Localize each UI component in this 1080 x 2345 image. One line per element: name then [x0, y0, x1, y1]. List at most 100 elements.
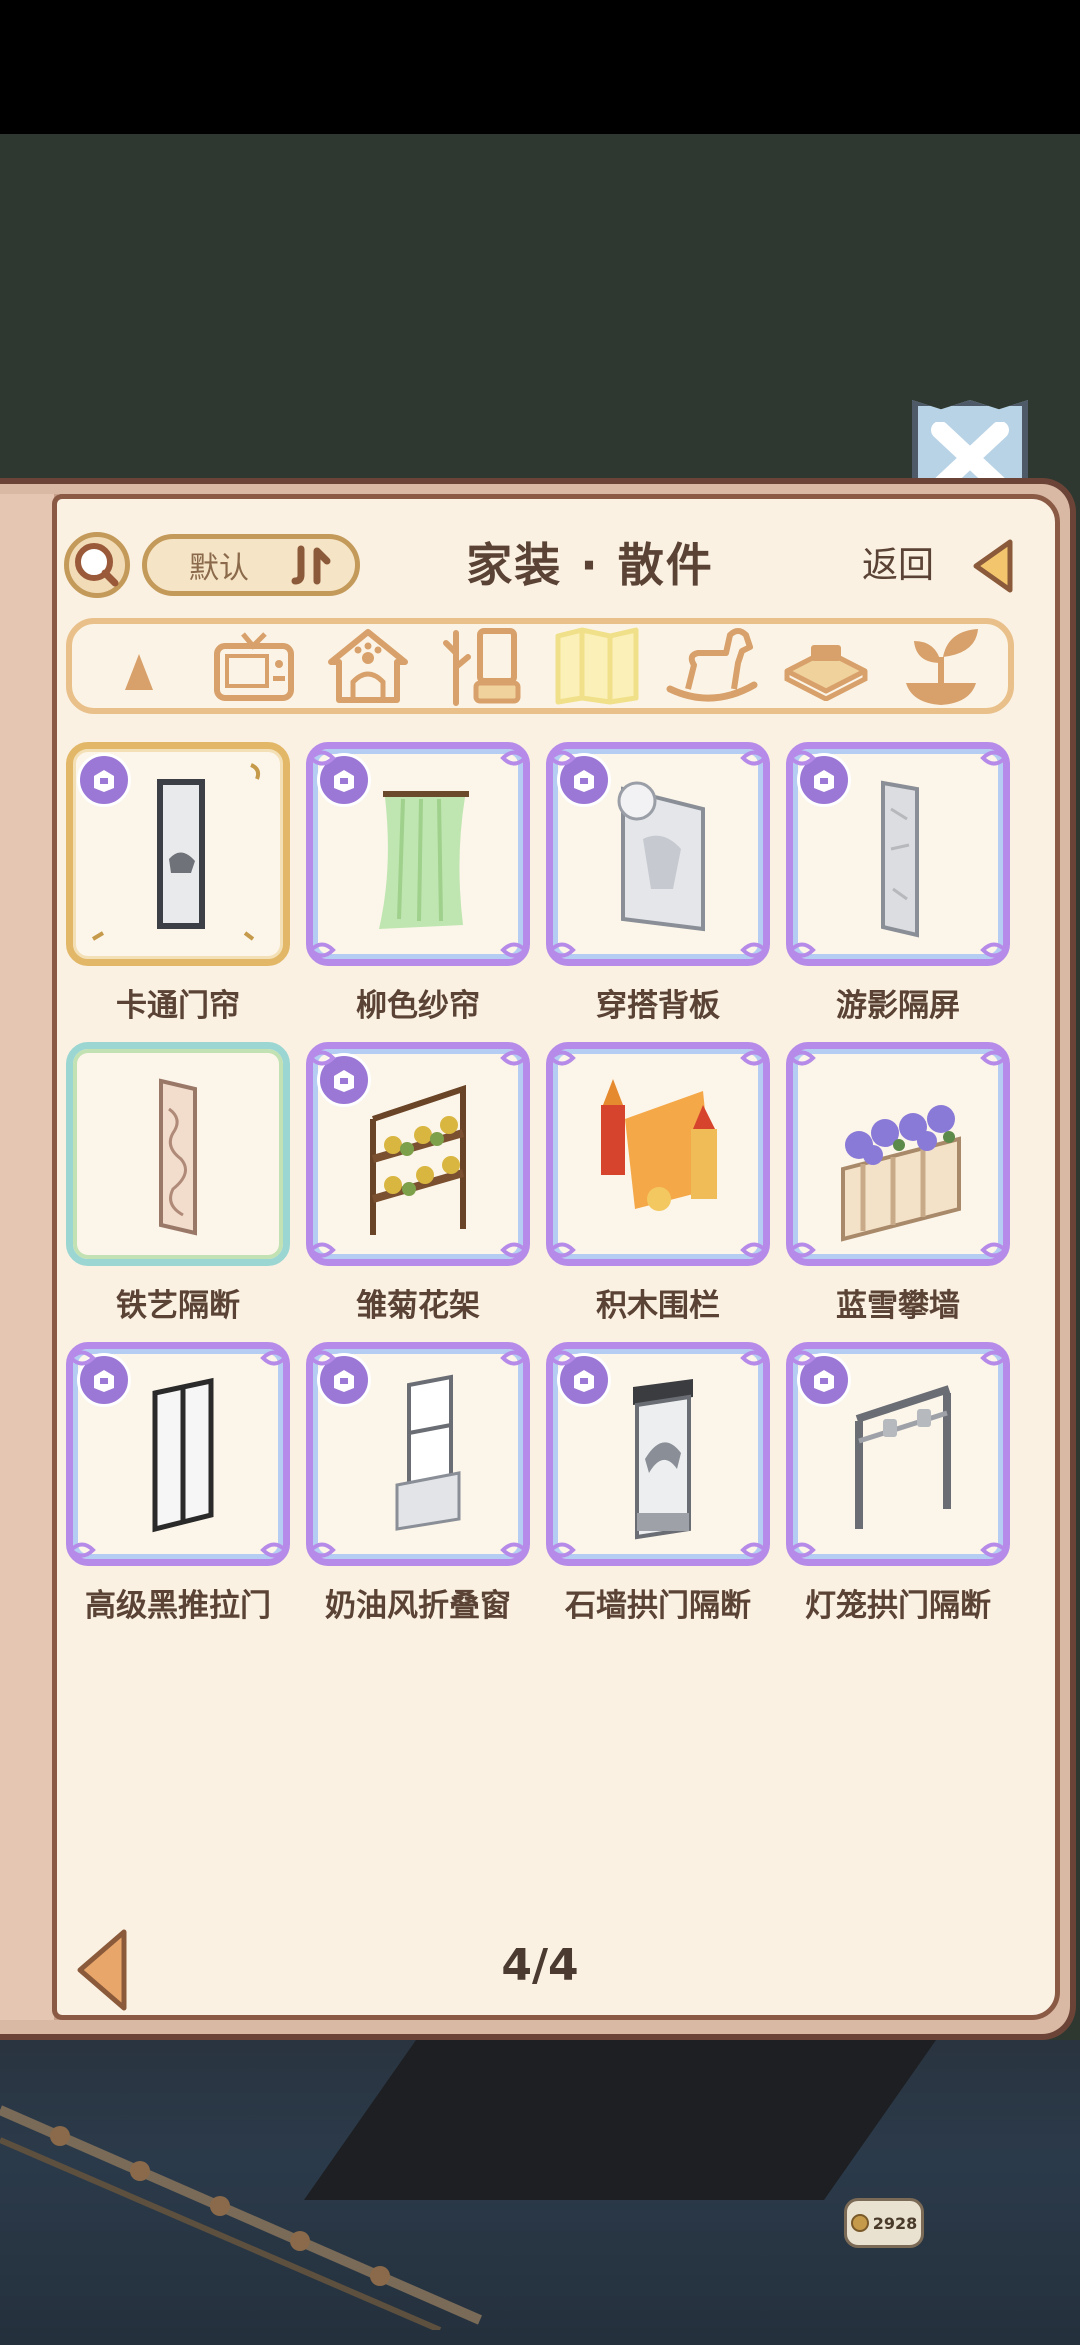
frame-corner-ornament	[979, 1535, 1009, 1565]
item-name: 蓝雪攀墙	[836, 1288, 960, 1324]
cartoon-curtain-image	[91, 763, 261, 941]
item-frame	[306, 1342, 530, 1566]
frame-corner-ornament	[547, 935, 577, 965]
frame-corner-ornament	[547, 1235, 577, 1265]
frame-corner-ornament	[547, 1043, 577, 1073]
item-card-2[interactable]: 穿搭背板	[546, 742, 772, 1025]
item-frame	[786, 1342, 1010, 1566]
item-frame	[546, 1342, 770, 1566]
frame-corner-ornament	[739, 1043, 769, 1073]
frame-corner-ornament	[307, 1343, 337, 1373]
tab-rocking-horse[interactable]	[662, 623, 762, 709]
search-button[interactable]	[64, 532, 130, 598]
frame-corner-ornament	[499, 1343, 529, 1373]
item-card-8[interactable]: 高级黑推拉门	[66, 1342, 292, 1625]
page-title: 家装 · 散件	[466, 538, 714, 592]
item-name: 柳色纱帘	[356, 988, 480, 1024]
frame-corner-ornament	[499, 1235, 529, 1265]
game-scene-floor	[0, 2040, 1080, 2345]
daisy-flower-shelf-image	[370, 1084, 466, 1235]
frame-corner-ornament	[787, 935, 817, 965]
item-card-5[interactable]: 雏菊花架	[306, 1042, 532, 1325]
frame-corner-ornament	[739, 1235, 769, 1265]
sort-button[interactable]: 默认	[142, 534, 360, 596]
tab-folding-screen[interactable]	[547, 623, 647, 709]
tab-sprout[interactable]	[891, 623, 991, 709]
item-card-10[interactable]: 石墙拱门隔断	[546, 1342, 772, 1625]
frame-corner-ornament	[307, 1235, 337, 1265]
frame-corner-ornament	[547, 1535, 577, 1565]
frame-corner-ornament	[739, 1343, 769, 1373]
back-arrow-icon[interactable]	[970, 538, 1016, 594]
tab-plant-stand[interactable]	[433, 623, 533, 709]
item-name: 游影隔屏	[836, 988, 960, 1024]
item-card-0[interactable]: 卡通门帘	[66, 742, 292, 1025]
back-button-label[interactable]: 返回	[862, 540, 934, 592]
frame-corner-ornament	[739, 1535, 769, 1565]
item-name: 雏菊花架	[356, 1288, 480, 1324]
frame-corner-ornament	[259, 1535, 289, 1565]
black-sliding-door-image	[152, 1377, 214, 1533]
lamp-icon	[125, 654, 154, 690]
item-card-3[interactable]: 游影隔屏	[786, 742, 1012, 1025]
frame-corner-ornament	[979, 1043, 1009, 1073]
tab-lamp[interactable]	[89, 623, 189, 709]
status-bar	[0, 0, 1080, 134]
frame-corner-ornament	[307, 743, 337, 773]
willow-curtain-image	[379, 791, 469, 929]
coin-counter: 2928	[844, 2198, 924, 2248]
item-frame	[546, 742, 770, 966]
frame-corner-ornament	[307, 1535, 337, 1565]
shadow-screen-image	[881, 780, 919, 938]
frame-corner-ornament	[307, 935, 337, 965]
garden-fence-decoration	[0, 2105, 483, 2330]
item-frame	[66, 742, 290, 966]
item-card-9[interactable]: 奶油风折叠窗	[306, 1342, 532, 1625]
previous-page-button[interactable]	[74, 1928, 130, 2012]
item-frame	[306, 742, 530, 966]
frame-corner-ornament	[547, 743, 577, 773]
frame-corner-ornament	[787, 1343, 817, 1373]
frame-corner-ornament	[979, 743, 1009, 773]
item-name: 卡通门帘	[116, 988, 240, 1024]
tab-tv[interactable]	[204, 623, 304, 709]
page-indicator: 4/4	[501, 1940, 579, 1991]
iron-partition-image	[159, 1078, 197, 1236]
frame-corner-ornament	[499, 1535, 529, 1565]
pet-house-icon	[328, 629, 409, 703]
item-name: 铁艺隔断	[116, 1288, 240, 1324]
frame-corner-ornament	[259, 1343, 289, 1373]
frame-corner-ornament	[499, 935, 529, 965]
sort-order-icon	[291, 545, 331, 585]
item-name: 高级黑推拉门	[85, 1588, 271, 1624]
category-tabs	[66, 618, 1014, 714]
frame-corner-ornament	[787, 1235, 817, 1265]
item-name: 灯笼拱门隔断	[805, 1588, 991, 1624]
outfit-backboard-image	[617, 781, 705, 932]
item-card-4[interactable]: 铁艺隔断	[66, 1042, 292, 1325]
frame-corner-ornament	[787, 1535, 817, 1565]
tab-rug[interactable]	[776, 623, 876, 709]
frame-corner-ornament	[547, 1343, 577, 1373]
frame-corner-ornament	[499, 743, 529, 773]
tv-icon	[213, 632, 294, 701]
tab-pet-house[interactable]	[318, 623, 418, 709]
book-spine	[0, 494, 58, 2020]
coin-icon	[850, 2214, 869, 2232]
item-frame	[66, 1342, 290, 1566]
lantern-arch-image	[855, 1385, 951, 1529]
frame-corner-ornament	[979, 1343, 1009, 1373]
item-card-1[interactable]: 柳色纱帘	[306, 742, 532, 1025]
frame-corner-ornament	[307, 1043, 337, 1073]
search-icon	[75, 543, 119, 587]
item-card-6[interactable]: 积木围栏	[546, 1042, 772, 1325]
rocking-horse-icon	[666, 628, 758, 702]
sort-label: 默认	[189, 551, 249, 586]
item-card-11[interactable]: 灯笼拱门隔断	[786, 1342, 1012, 1625]
item-name: 奶油风折叠窗	[325, 1588, 511, 1624]
item-frame	[546, 1042, 770, 1266]
blue-snow-climbing-wall-image	[841, 1105, 961, 1242]
item-name: 石墙拱门隔断	[565, 1588, 751, 1624]
item-card-7[interactable]: 蓝雪攀墙	[786, 1042, 1012, 1325]
cream-folding-window-image	[395, 1374, 461, 1531]
